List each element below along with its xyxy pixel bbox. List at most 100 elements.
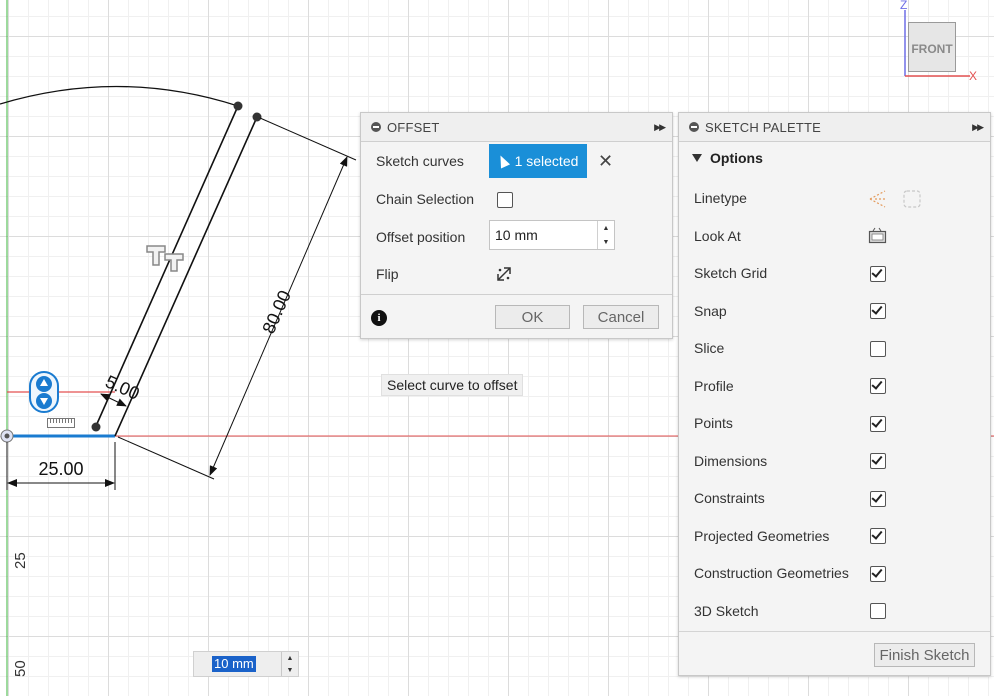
flip-label: Flip <box>376 266 399 282</box>
offset-position-input[interactable]: 10 mm ▲ ▼ <box>489 220 615 250</box>
selection-count: 1 selected <box>514 153 579 169</box>
chain-selection-label: Chain Selection <box>376 191 475 207</box>
chain-selection-row: Chain Selection <box>376 185 474 213</box>
tangent-constraint-icon[interactable] <box>145 243 187 273</box>
flip-icon[interactable] <box>495 265 513 283</box>
dimension-extension <box>259 117 357 161</box>
offset-position-row: Offset position <box>376 223 465 251</box>
offset-dialog-title: OFFSET <box>387 119 440 135</box>
divider <box>361 294 672 295</box>
points-checkbox[interactable] <box>870 416 886 432</box>
snap-checkbox[interactable] <box>870 303 886 319</box>
option-label: 3D Sketch <box>694 603 759 619</box>
heads-up-value-input[interactable]: 10 mm ▲ ▼ <box>193 651 299 677</box>
dimensions-checkbox[interactable] <box>870 453 886 469</box>
cursor-icon <box>495 153 510 169</box>
projected-geometries-checkbox[interactable] <box>870 528 886 544</box>
arrow-up-icon[interactable] <box>36 376 52 392</box>
info-icon[interactable]: i <box>371 310 387 326</box>
offset-direction-spinner[interactable] <box>29 371 59 413</box>
expand-arrows-icon[interactable]: ▶▶ <box>654 122 666 133</box>
offset-dialog: OFFSET ▶▶ Sketch curves 1 selected ✕ Cha… <box>360 112 673 339</box>
offset-dialog-header[interactable]: OFFSET ▶▶ <box>361 113 672 142</box>
axis-tick-25: 25 <box>12 552 29 569</box>
stepper-up-icon[interactable]: ▲ <box>603 225 610 232</box>
sketch-curves-selection-button[interactable]: 1 selected <box>489 144 587 178</box>
heads-up-value[interactable]: 10 mm <box>212 656 256 672</box>
sketch-palette: SKETCH PALETTE ▶▶ Options Linetype Look … <box>678 112 991 676</box>
collapse-icon[interactable] <box>371 122 381 132</box>
dimension-horizontal[interactable]: 25.00 <box>38 459 83 479</box>
finish-sketch-button[interactable]: Finish Sketch <box>874 643 975 667</box>
options-section-toggle[interactable]: Options <box>692 150 763 166</box>
expand-arrows-icon[interactable]: ▶▶ <box>972 122 984 133</box>
stepper-down-icon[interactable]: ▼ <box>287 667 294 674</box>
centerline-linetype-icon[interactable] <box>903 190 921 208</box>
look-at-icon[interactable] <box>868 227 888 245</box>
sketch-grid-checkbox[interactable] <box>870 266 886 282</box>
option-label: Snap <box>694 303 727 319</box>
axis-tick-50: 50 <box>12 660 29 677</box>
x-axis-label: X <box>969 69 978 83</box>
view-cube-front-face[interactable]: FRONT <box>908 22 956 72</box>
option-label: Points <box>694 415 733 431</box>
option-label: Dimensions <box>694 453 768 469</box>
profile-checkbox[interactable] <box>870 378 886 394</box>
stepper-up-icon[interactable]: ▲ <box>287 655 294 662</box>
option-label: Projected Geometries <box>694 528 830 544</box>
collapse-icon[interactable] <box>689 122 699 132</box>
ruler-icon <box>47 418 75 428</box>
option-construction-geometries: Construction Geometries <box>694 559 884 587</box>
option-label: Linetype <box>694 190 747 206</box>
option-points: Points <box>694 409 884 437</box>
option-label: Slice <box>694 340 725 356</box>
sketch-curves-label: Sketch curves <box>376 153 464 169</box>
sketch-point[interactable] <box>252 112 262 122</box>
status-tooltip: Select curve to offset <box>381 374 524 396</box>
constraints-checkbox[interactable] <box>870 491 886 507</box>
dimension-length[interactable]: 80.00 <box>258 287 295 336</box>
option-label: Construction Geometries <box>694 565 849 581</box>
triangle-down-icon <box>692 154 702 162</box>
option-linetype: Linetype <box>694 184 884 212</box>
cancel-button[interactable]: Cancel <box>583 305 659 329</box>
option-projected-geometries: Projected Geometries <box>694 522 884 550</box>
slice-checkbox[interactable] <box>870 341 886 357</box>
arrow-down-icon[interactable] <box>36 393 52 409</box>
sketch-point[interactable] <box>233 101 243 111</box>
option-label: Sketch Grid <box>694 265 768 281</box>
option-label: Profile <box>694 378 734 394</box>
sketch-curves-row: Sketch curves <box>376 147 464 175</box>
stepper-down-icon[interactable]: ▼ <box>603 239 610 246</box>
option-label: Constraints <box>694 490 765 506</box>
heads-up-stepper[interactable]: ▲ ▼ <box>281 652 298 676</box>
offset-position-stepper[interactable]: ▲ ▼ <box>597 221 614 249</box>
option-profile: Profile <box>694 372 884 400</box>
dimension-extension <box>117 436 215 480</box>
option-label: Look At <box>694 228 741 244</box>
sketch-palette-header[interactable]: SKETCH PALETTE ▶▶ <box>679 113 990 142</box>
construction-geometries-checkbox[interactable] <box>870 566 886 582</box>
options-section-label: Options <box>710 150 763 166</box>
view-cube[interactable]: FRONT Z X <box>898 0 988 86</box>
offset-position-label: Offset position <box>376 229 466 245</box>
construction-linetype-icon[interactable] <box>869 190 887 208</box>
sketch-palette-title: SKETCH PALETTE <box>705 119 821 135</box>
option-3d-sketch: 3D Sketch <box>694 597 884 625</box>
offset-position-value: 10 mm <box>495 227 538 243</box>
divider <box>679 631 990 632</box>
sketch-point[interactable] <box>91 422 101 432</box>
3d-sketch-checkbox[interactable] <box>870 603 886 619</box>
sketch-arc[interactable] <box>0 85 239 107</box>
linetype-icons[interactable] <box>867 188 927 210</box>
option-slice: Slice <box>694 334 884 362</box>
z-axis-label: Z <box>900 0 908 12</box>
flip-row: Flip <box>376 260 399 288</box>
close-icon[interactable]: ✕ <box>598 151 613 172</box>
option-sketch-grid: Sketch Grid <box>694 259 884 287</box>
ok-button[interactable]: OK <box>495 305 570 329</box>
chain-selection-checkbox[interactable] <box>497 192 513 208</box>
option-snap: Snap <box>694 297 884 325</box>
option-look-at: Look At <box>694 222 884 250</box>
option-constraints: Constraints <box>694 484 884 512</box>
